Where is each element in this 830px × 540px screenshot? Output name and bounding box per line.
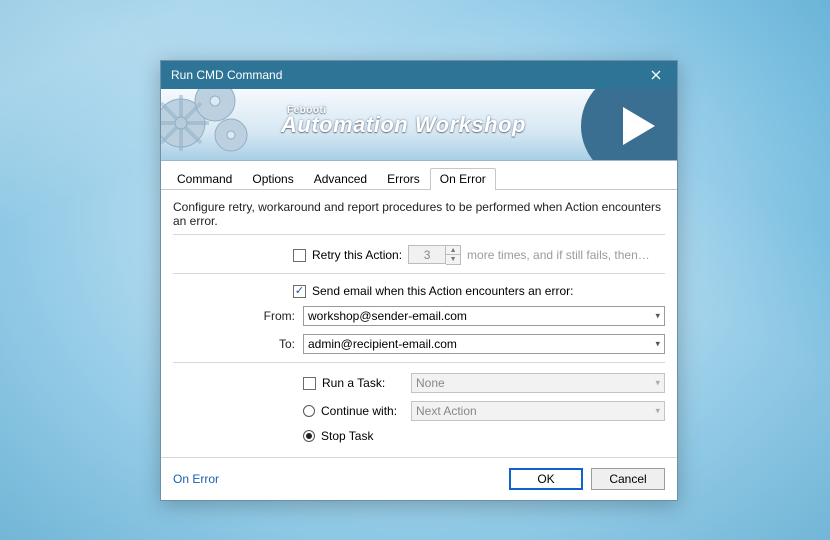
banner: Febooti Automation Workshop: [161, 89, 677, 161]
separator: [173, 362, 665, 363]
stop-task-radio[interactable]: Stop Task: [303, 429, 373, 443]
stop-task-label: Stop Task: [321, 429, 373, 443]
content-panel: Configure retry, workaround and report p…: [161, 190, 677, 457]
from-value: workshop@sender-email.com: [308, 309, 467, 323]
tab-on-error[interactable]: On Error: [430, 168, 496, 190]
continue-select[interactable]: Next Action ▾: [411, 401, 665, 421]
retry-checkbox[interactable]: Retry this Action:: [293, 248, 402, 262]
retry-row: Retry this Action: ▲ ▼ more times, and i…: [173, 245, 665, 265]
brand-big: Automation Workshop: [281, 112, 526, 138]
tab-errors[interactable]: Errors: [377, 168, 430, 190]
run-task-select[interactable]: None ▾: [411, 373, 665, 393]
retry-count-input[interactable]: [408, 245, 446, 264]
spinner-up-icon[interactable]: ▲: [446, 246, 460, 255]
brand-logo: Febooti Automation Workshop: [281, 105, 526, 138]
help-link[interactable]: On Error: [173, 472, 219, 486]
tab-options[interactable]: Options: [242, 168, 303, 190]
continue-label: Continue with:: [321, 404, 397, 418]
continue-radio[interactable]: Continue with:: [303, 404, 411, 418]
send-email-label: Send email when this Action encounters a…: [312, 284, 573, 298]
send-email-checkbox[interactable]: Send email when this Action encounters a…: [293, 284, 573, 298]
retry-label: Retry this Action:: [312, 248, 402, 262]
spinner-down-icon[interactable]: ▼: [446, 255, 460, 264]
continue-row: Continue with: Next Action ▾: [173, 401, 665, 421]
from-label: From:: [173, 309, 303, 323]
play-icon: [581, 89, 677, 161]
chevron-down-icon: ▾: [655, 378, 660, 389]
cancel-button[interactable]: Cancel: [591, 468, 665, 490]
to-label: To:: [173, 337, 303, 351]
retry-hint: more times, and if still fails, then…: [467, 248, 650, 262]
to-input[interactable]: admin@recipient-email.com ▾: [303, 334, 665, 354]
run-task-row: Run a Task: None ▾: [173, 373, 665, 393]
dialog-window: Run CMD Command: [160, 60, 678, 501]
send-email-row: Send email when this Action encounters a…: [173, 284, 665, 298]
footer: On Error OK Cancel: [161, 457, 677, 500]
tab-bar: Command Options Advanced Errors On Error: [161, 161, 677, 190]
ok-button[interactable]: OK: [509, 468, 583, 490]
close-button[interactable]: [635, 61, 677, 89]
continue-value: Next Action: [416, 404, 477, 418]
run-task-label: Run a Task:: [322, 376, 385, 390]
window-title: Run CMD Command: [171, 68, 635, 82]
from-row: From: workshop@sender-email.com ▾: [173, 306, 665, 326]
close-icon: [651, 70, 661, 80]
to-row: To: admin@recipient-email.com ▾: [173, 334, 665, 354]
retry-count-spinner[interactable]: ▲ ▼: [408, 245, 461, 265]
titlebar: Run CMD Command: [161, 61, 677, 89]
run-task-value: None: [416, 376, 445, 390]
to-value: admin@recipient-email.com: [308, 337, 457, 351]
from-input[interactable]: workshop@sender-email.com ▾: [303, 306, 665, 326]
tab-command[interactable]: Command: [167, 168, 242, 190]
chevron-down-icon: ▾: [655, 406, 660, 417]
chevron-down-icon: ▾: [655, 311, 660, 322]
gears-icon: [161, 89, 293, 161]
separator: [173, 273, 665, 274]
chevron-down-icon: ▾: [655, 339, 660, 350]
tab-advanced[interactable]: Advanced: [304, 168, 377, 190]
run-task-checkbox[interactable]: Run a Task:: [303, 376, 411, 390]
separator: [173, 234, 665, 235]
tab-description: Configure retry, workaround and report p…: [173, 200, 665, 228]
stop-task-row: Stop Task: [173, 429, 665, 443]
